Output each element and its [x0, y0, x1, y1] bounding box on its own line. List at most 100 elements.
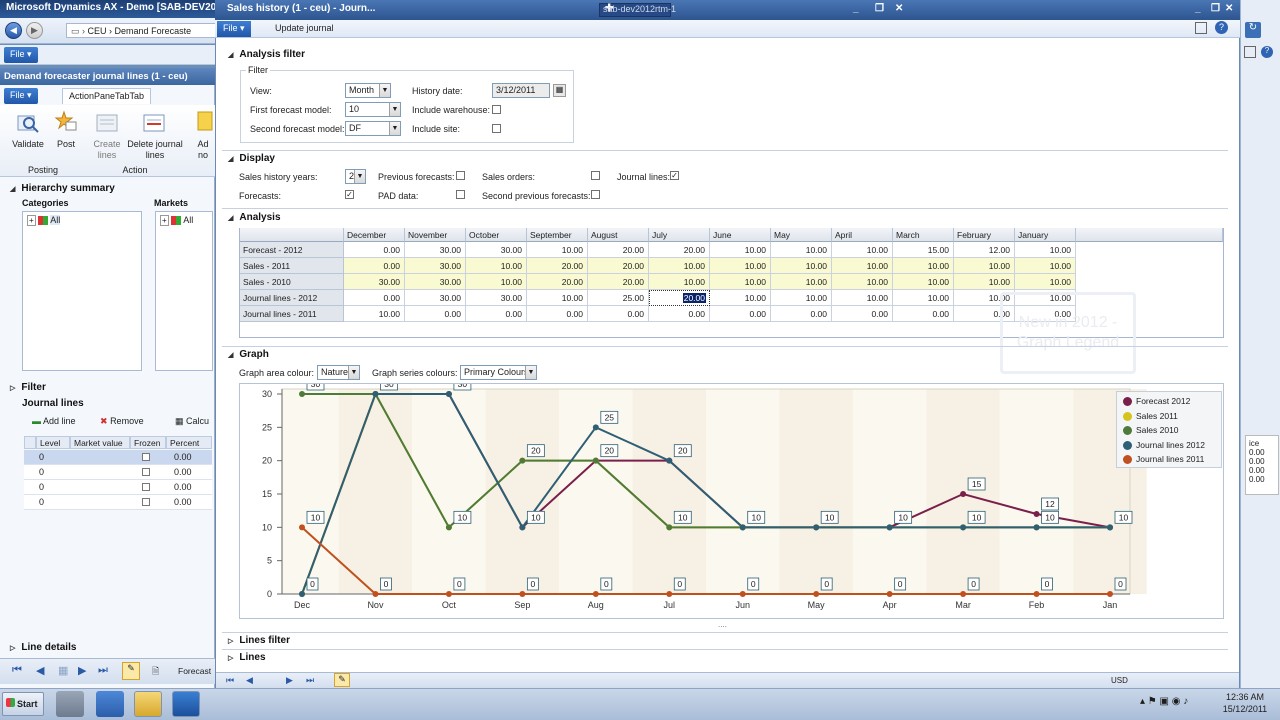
- month-column-header[interactable]: July: [649, 228, 710, 242]
- select-all-checkbox[interactable]: [24, 436, 36, 449]
- breadcrumb-company[interactable]: CEU: [88, 26, 107, 36]
- next-record-icon[interactable]: ▶: [286, 675, 293, 686]
- create-lines-button[interactable]: Create lines: [86, 139, 128, 161]
- month-column-header[interactable]: June: [710, 228, 771, 242]
- frozen-checkbox[interactable]: [142, 468, 150, 476]
- analysis-row-label[interactable]: Journal lines - 2011: [240, 306, 344, 322]
- left-file-menu[interactable]: File ▾: [4, 88, 38, 104]
- first-record-icon[interactable]: ⏮: [226, 675, 234, 686]
- frozen-checkbox[interactable]: [142, 453, 150, 461]
- post-button[interactable]: Post: [50, 139, 82, 149]
- calculate-button[interactable]: ▦ Calcu: [175, 416, 209, 427]
- analysis-cell[interactable]: 0.00: [649, 306, 710, 322]
- frozen-checkbox[interactable]: [142, 483, 150, 491]
- line-details-header[interactable]: ▷ Line details: [10, 642, 76, 653]
- analysis-cell[interactable]: 10.00: [832, 242, 893, 258]
- analysis-row-label[interactable]: Sales - 2010: [240, 274, 344, 290]
- month-column-header[interactable]: October: [466, 228, 527, 242]
- powershell-icon[interactable]: [96, 691, 124, 717]
- analysis-cell[interactable]: 10.00: [649, 274, 710, 290]
- col-percent[interactable]: Percent: [166, 436, 212, 449]
- analysis-row-label[interactable]: Journal lines - 2012: [240, 290, 344, 306]
- validate-button[interactable]: Validate: [4, 139, 52, 149]
- splitter-handle[interactable]: ....: [718, 620, 727, 629]
- sales-history-years-select[interactable]: 2 ▼: [345, 169, 366, 184]
- month-column-header[interactable]: January: [1015, 228, 1076, 242]
- analysis-cell[interactable]: 0.00: [588, 306, 649, 322]
- analysis-cell[interactable]: 20.00: [527, 274, 588, 290]
- first-record-icon[interactable]: ⏮: [12, 664, 22, 677]
- journal-lines-checkbox[interactable]: ✓: [670, 171, 679, 180]
- forward-icon[interactable]: ▶: [26, 22, 43, 39]
- remove-button[interactable]: ✖ Remove: [100, 416, 144, 427]
- analysis-cell[interactable]: 0.00: [466, 306, 527, 322]
- close-icon[interactable]: ✕: [895, 3, 903, 14]
- analysis-cell[interactable]: 10.00: [832, 258, 893, 274]
- sales-orders-checkbox[interactable]: [591, 171, 600, 180]
- analysis-cell[interactable]: 30.00: [344, 274, 405, 290]
- include-site-checkbox[interactable]: [492, 124, 501, 133]
- previous-forecasts-checkbox[interactable]: [456, 171, 465, 180]
- edit-icon[interactable]: ✎: [122, 662, 140, 680]
- analysis-cell[interactable]: 0.00: [344, 242, 405, 258]
- percent-cell[interactable]: 0.00: [174, 497, 192, 507]
- tab-actionpane[interactable]: ActionPaneTabTab: [62, 88, 152, 104]
- analysis-cell[interactable]: 0.00: [893, 306, 954, 322]
- level-cell[interactable]: 0: [39, 482, 44, 492]
- tree-node-all[interactable]: + All: [23, 212, 141, 228]
- month-column-header[interactable]: May: [771, 228, 832, 242]
- analysis-cell[interactable]: 20.00: [527, 258, 588, 274]
- analysis-row-label[interactable]: Sales - 2011: [240, 258, 344, 274]
- analysis-cell[interactable]: 10.00: [466, 258, 527, 274]
- analysis-cell[interactable]: 30.00: [405, 290, 466, 306]
- market-node-all[interactable]: + All: [156, 212, 212, 228]
- dynamics-ax-icon[interactable]: [172, 691, 200, 717]
- month-column-header[interactable]: November: [405, 228, 466, 242]
- table-row[interactable]: 0 0.00: [24, 480, 212, 495]
- analysis-cell[interactable]: 10.00: [893, 258, 954, 274]
- analysis-cell[interactable]: 10.00: [710, 290, 771, 306]
- validate-icon[interactable]: [16, 112, 40, 134]
- analysis-cell[interactable]: 0.00: [344, 258, 405, 274]
- analysis-cell[interactable]: 30.00: [405, 258, 466, 274]
- analysis-cell[interactable]: 10.00: [710, 242, 771, 258]
- create-lines-icon[interactable]: [95, 112, 119, 134]
- delete-lines-icon[interactable]: [142, 112, 166, 134]
- next-record-icon[interactable]: ▶: [78, 664, 86, 677]
- post-icon[interactable]: [54, 110, 78, 132]
- percent-cell[interactable]: 0.00: [174, 467, 192, 477]
- month-column-header[interactable]: December: [344, 228, 405, 242]
- add-icon[interactable]: [194, 110, 214, 132]
- address-bar[interactable]: ▭ › CEU › Demand Forecaste: [66, 23, 216, 38]
- col-level[interactable]: Level: [36, 436, 70, 449]
- previous-record-icon[interactable]: ◀: [246, 675, 253, 686]
- help-icon[interactable]: ?: [1261, 46, 1273, 58]
- analysis-cell[interactable]: 10.00: [771, 290, 832, 306]
- explorer-icon[interactable]: [134, 691, 162, 717]
- clock[interactable]: 12:36 AM 15/12/2011: [1214, 691, 1276, 715]
- categories-tree[interactable]: + All: [22, 211, 142, 371]
- second-previous-forecasts-checkbox[interactable]: [591, 190, 600, 199]
- analysis-cell[interactable]: 10.00: [893, 290, 954, 306]
- forecasts-checkbox[interactable]: ✓: [345, 190, 354, 199]
- analysis-cell[interactable]: 30.00: [466, 242, 527, 258]
- server-manager-icon[interactable]: [56, 691, 84, 717]
- last-record-icon[interactable]: ⏭: [306, 675, 314, 686]
- analysis-cell[interactable]: 10.00: [1015, 258, 1076, 274]
- refresh-icon[interactable]: ↻: [1245, 22, 1261, 38]
- lines-header[interactable]: ▷ Lines: [228, 652, 266, 663]
- lines-filter-header[interactable]: ▷ Lines filter: [228, 635, 290, 646]
- graph-area-colour-select[interactable]: Nature ▼: [317, 365, 360, 380]
- layout-icon[interactable]: [1244, 46, 1256, 58]
- month-column-header[interactable]: August: [588, 228, 649, 242]
- tray-icons[interactable]: ▴ ⚑ ▣ ◉ ♪: [1140, 696, 1188, 707]
- analysis-cell[interactable]: 10.00: [832, 290, 893, 306]
- hierarchy-summary-header[interactable]: ◢ Hierarchy summary: [10, 183, 115, 194]
- analysis-cell[interactable]: 12.00: [954, 242, 1015, 258]
- analysis-cell[interactable]: 10.00: [1015, 242, 1076, 258]
- analysis-filter-header[interactable]: ◢ Analysis filter: [228, 49, 305, 60]
- percent-cell[interactable]: 0.00: [174, 482, 192, 492]
- graph-header[interactable]: ◢ Graph: [228, 349, 269, 360]
- analysis-cell[interactable]: 10.00: [710, 274, 771, 290]
- table-row[interactable]: 0 0.00: [24, 450, 212, 465]
